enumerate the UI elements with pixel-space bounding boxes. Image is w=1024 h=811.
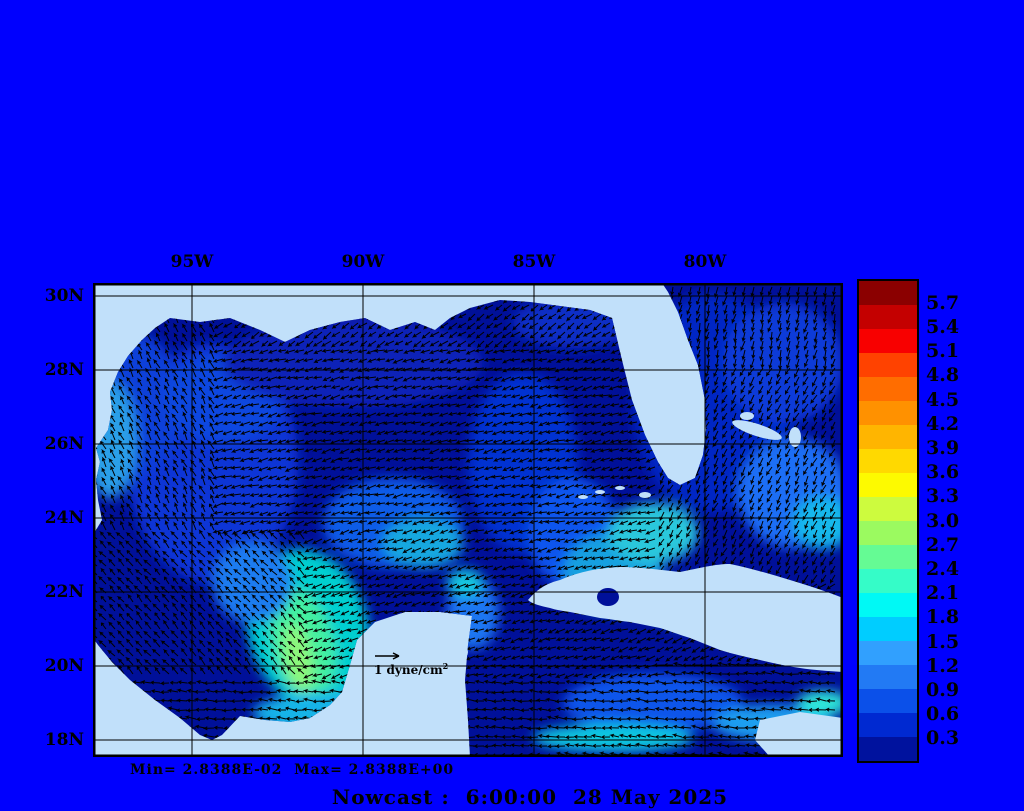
colorbar-tick-label: 3.0 xyxy=(926,509,960,532)
colorbar-segment xyxy=(859,521,917,545)
colorbar-tick-label: 2.7 xyxy=(926,533,960,556)
x-axis-tick-label: 80W xyxy=(683,252,727,272)
timestamp-title: Nowcast : 6:00:00 28 May 2025 xyxy=(331,785,729,809)
colorbar-segment xyxy=(859,449,917,473)
colorbar-segment xyxy=(859,281,917,305)
colorbar-tick-label: 0.9 xyxy=(926,678,960,701)
colorbar-segment xyxy=(859,593,917,617)
colorbar-segment xyxy=(859,401,917,425)
colorbar-segment xyxy=(859,641,917,665)
y-axis-tick-label: 24N xyxy=(44,508,84,528)
colorbar-tick-label: 4.5 xyxy=(926,388,960,411)
gulf-of-mexico-map xyxy=(92,282,844,758)
colorbar-segment xyxy=(859,353,917,377)
colorbar-tick-label: 1.5 xyxy=(926,630,960,653)
colorbar-tick-label: 2.1 xyxy=(926,582,960,605)
florida-keys-2 xyxy=(595,490,605,494)
colorbar-segment xyxy=(859,329,917,353)
colorbar-segment xyxy=(859,545,917,569)
colorbar-tick-label: 5.7 xyxy=(926,291,960,314)
y-axis-tick-label: 26N xyxy=(44,434,84,454)
colorbar-segment xyxy=(859,497,917,521)
colorbar-tick-label: 3.9 xyxy=(926,436,960,459)
y-axis-tick-label: 22N xyxy=(44,582,84,602)
reference-vector-label: 1 dyne/cm2 xyxy=(374,661,448,677)
colorbar-tick-label: 4.2 xyxy=(926,412,960,435)
colorbar-tick-label: 0.3 xyxy=(926,727,960,750)
florida-keys xyxy=(615,486,625,490)
colorbar-segment xyxy=(859,377,917,401)
colorbar-tick-label: 3.6 xyxy=(926,461,960,484)
colorbar-segment xyxy=(859,665,917,689)
colorbar-tick-label: 1.2 xyxy=(926,654,960,677)
colorbar-tick-label: 1.8 xyxy=(926,606,960,629)
colorbar-segment xyxy=(859,617,917,641)
colorbar-segment xyxy=(859,569,917,593)
y-axis-tick-label: 20N xyxy=(44,656,84,676)
colorbar-segment xyxy=(859,737,917,761)
colorbar-segment xyxy=(859,713,917,737)
colorbar-tick-label: 3.3 xyxy=(926,485,960,508)
y-axis-tick-label: 18N xyxy=(44,730,84,750)
x-axis-tick-label: 95W xyxy=(170,252,214,272)
reference-vector-exponent: 2 xyxy=(442,661,449,671)
colorbar-segment xyxy=(859,305,917,329)
colorbar-tick-label: 0.6 xyxy=(926,703,960,726)
cuba-lagoon xyxy=(597,588,619,606)
colorbar xyxy=(857,279,919,763)
colorbar-segment xyxy=(859,689,917,713)
minmax-readout: Min= 2.8388E-02 Max= 2.8388E+00 xyxy=(130,762,455,778)
florida-keys-3 xyxy=(578,495,588,499)
reference-vector-text: 1 dyne/cm xyxy=(374,663,443,677)
colorbar-segment xyxy=(859,473,917,497)
colorbar-segment xyxy=(859,425,917,449)
map-figure xyxy=(92,282,844,758)
hispaniola-landmass xyxy=(755,712,843,757)
colorbar-tick-label: 5.4 xyxy=(926,315,960,338)
campeche-island xyxy=(458,646,468,658)
y-axis-tick-label: 30N xyxy=(44,286,84,306)
colorbar-tick-label: 4.8 xyxy=(926,364,960,387)
colorbar-tick-label: 2.4 xyxy=(926,557,960,580)
y-axis-tick-label: 28N xyxy=(44,360,84,380)
bahamas-island-2 xyxy=(740,412,754,420)
dry-tortugas-island xyxy=(639,492,651,498)
x-axis-tick-label: 90W xyxy=(341,252,385,272)
colorbar-tick-label: 5.1 xyxy=(926,340,960,363)
plot-page: 95W 90W 85W 80W 30N 28N 26N 24N 22N 20N 18N 5.7 5.… xyxy=(0,0,1024,811)
x-axis-tick-label: 85W xyxy=(512,252,556,272)
